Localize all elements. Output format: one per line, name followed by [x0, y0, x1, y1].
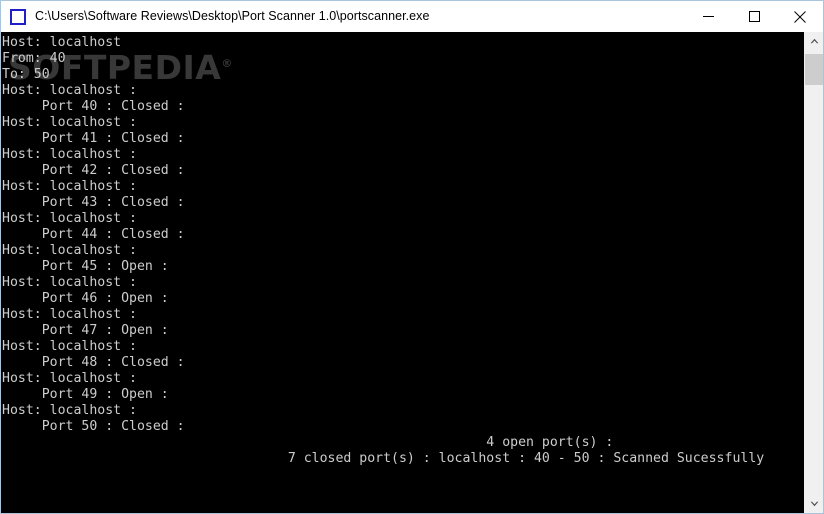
console-line: Port 49 : Open :: [2, 387, 169, 402]
scroll-up-arrow-icon: [810, 38, 818, 44]
console-line: Host: localhost :: [2, 83, 137, 98]
console-line: Port 50 : Closed :: [2, 419, 185, 434]
console-line: Port 40 : Closed :: [2, 99, 185, 114]
console-line: Host: localhost :: [2, 307, 137, 322]
console-line: Host: localhost :: [2, 115, 137, 130]
console-line: From: 40: [2, 51, 66, 66]
scrollbar-track[interactable]: [805, 50, 823, 495]
console-line: 7 closed port(s) : localhost : 40 - 50 :…: [2, 451, 765, 466]
window-controls: [685, 1, 823, 32]
console-line: Port 48 : Closed :: [2, 355, 185, 370]
console-line: Host: localhost :: [2, 147, 137, 162]
close-icon: [794, 10, 806, 23]
console-line: Host: localhost :: [2, 179, 137, 194]
console-line: 4 open port(s) :: [2, 435, 614, 450]
title-bar[interactable]: C:\Users\Software Reviews\Desktop\Port S…: [1, 1, 823, 32]
console-line: Host: localhost :: [2, 275, 137, 290]
minimize-button[interactable]: [685, 1, 731, 32]
console-line: Port 45 : Open :: [2, 259, 169, 274]
console-line: Port 46 : Open :: [2, 291, 169, 306]
console-window-icon: [10, 8, 26, 25]
maximize-button[interactable]: [731, 1, 777, 32]
console-line: Port 43 : Closed :: [2, 195, 185, 210]
console-line: Host: localhost :: [2, 243, 137, 258]
console-window: C:\Users\Software Reviews\Desktop\Port S…: [0, 0, 824, 514]
scroll-up-button[interactable]: [805, 32, 823, 50]
console-line: Host: localhost: [2, 35, 122, 50]
console-line: Host: localhost :: [2, 211, 137, 226]
scroll-down-button[interactable]: [805, 495, 823, 513]
close-button[interactable]: [777, 1, 823, 32]
console-line: Host: localhost :: [2, 371, 137, 386]
maximize-icon: [748, 11, 760, 22]
window-title: C:\Users\Software Reviews\Desktop\Port S…: [35, 9, 430, 23]
vertical-scrollbar[interactable]: [804, 32, 823, 513]
console-line: To: 50: [2, 67, 50, 82]
console-line: Port 42 : Closed :: [2, 163, 185, 178]
scroll-down-arrow-icon: [810, 501, 818, 507]
console-output-area[interactable]: SOFTPEDIA® Host: localhost From: 40 To: 50…: [1, 32, 823, 513]
console-line: Host: localhost :: [2, 403, 137, 418]
minimize-icon: [702, 16, 714, 17]
console-text: Host: localhost From: 40 To: 50 Host: local…: [1, 32, 805, 513]
console-line: Port 44 : Closed :: [2, 227, 185, 242]
console-line: Port 41 : Closed :: [2, 131, 185, 146]
scrollbar-thumb[interactable]: [805, 54, 823, 85]
console-line: Port 47 : Open :: [2, 323, 169, 338]
console-line: Host: localhost :: [2, 339, 137, 354]
